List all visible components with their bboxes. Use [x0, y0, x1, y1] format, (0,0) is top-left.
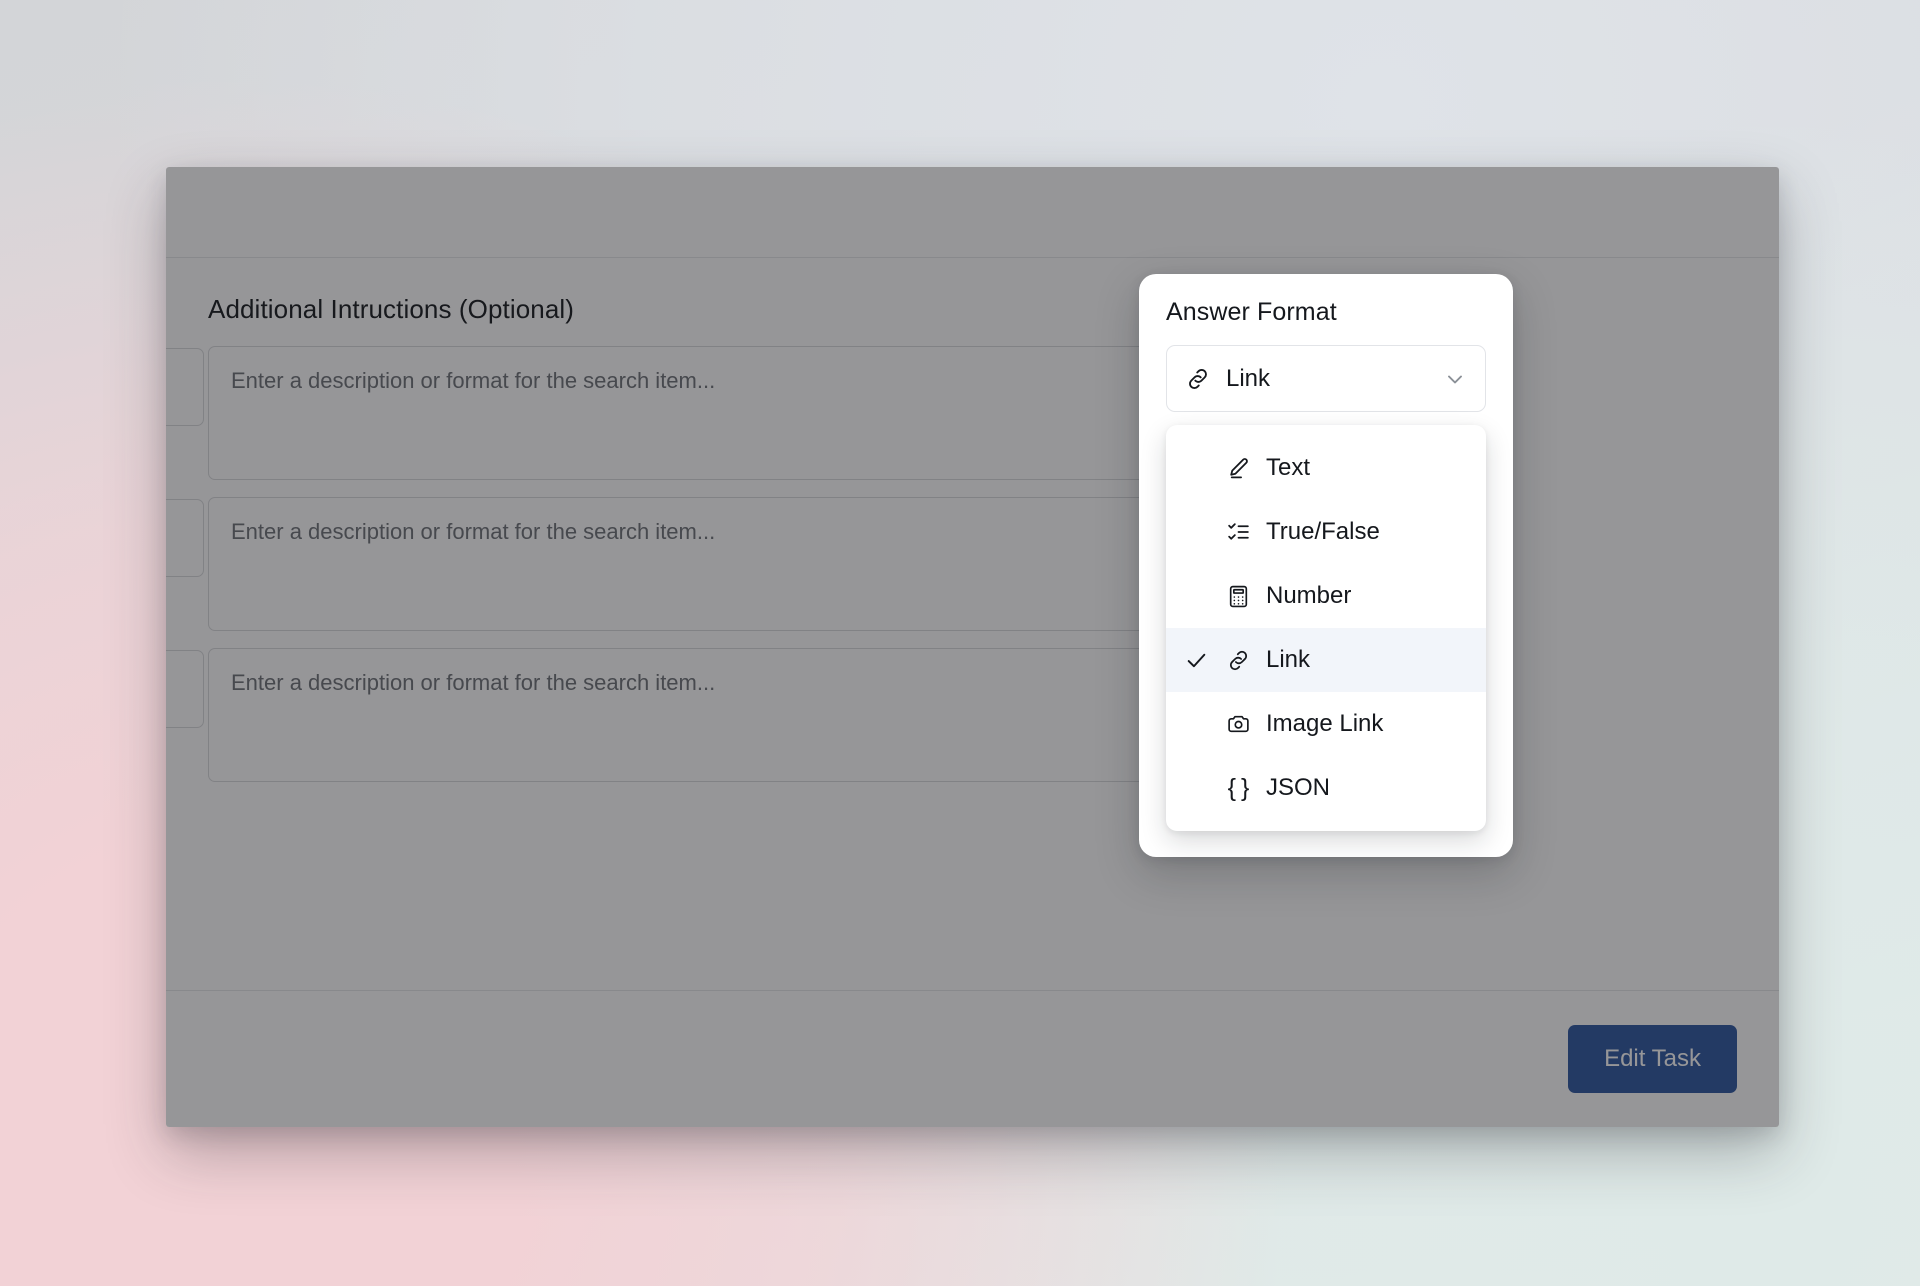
instruction-placeholder: Enter a description or format for the se… [231, 368, 716, 393]
calculator-icon [1218, 584, 1258, 609]
instruction-textarea[interactable]: Enter a description or format for the se… [208, 497, 1160, 631]
instruction-textarea[interactable]: Enter a description or format for the se… [208, 346, 1160, 480]
popover-title: Answer Format [1166, 298, 1337, 326]
answer-format-field-partial[interactable] [166, 499, 204, 577]
pencil-icon [1218, 456, 1258, 481]
option-number[interactable]: Number [1166, 564, 1486, 628]
link-icon [1218, 648, 1258, 673]
option-label: Link [1266, 646, 1311, 673]
instruction-placeholder: Enter a description or format for the se… [231, 519, 716, 544]
option-link[interactable]: Link [1166, 628, 1486, 692]
dialog-header [166, 167, 1779, 258]
answer-format-field-partial[interactable] [166, 650, 204, 728]
dialog-footer: Edit Task [166, 990, 1779, 1126]
answer-format-field-partial[interactable] [166, 348, 204, 426]
option-label: JSON [1266, 774, 1331, 801]
option-text[interactable]: Text [1166, 436, 1486, 500]
instruction-placeholder: Enter a description or format for the se… [231, 670, 716, 695]
chevron-down-icon [1443, 367, 1467, 391]
dialog-body: Additional Intructions (Optional) Enter … [166, 258, 1779, 990]
edit-task-button[interactable]: Edit Task [1568, 1024, 1737, 1093]
instruction-textarea[interactable]: Enter a description or format for the se… [208, 648, 1160, 782]
edit-task-dialog: Additional Intructions (Optional) Enter … [166, 167, 1779, 1127]
answer-format-selected-value: Link [1226, 364, 1271, 392]
answer-format-select-trigger[interactable]: Link [1166, 345, 1486, 412]
list-checks-icon [1218, 520, 1258, 545]
option-label: True/False [1266, 518, 1380, 545]
link-icon [1185, 366, 1211, 392]
option-label: Image Link [1266, 710, 1384, 737]
option-true-false[interactable]: True/False [1166, 500, 1486, 564]
option-image-link[interactable]: Image Link [1166, 692, 1486, 756]
option-label: Number [1266, 582, 1352, 609]
braces-icon: { } [1227, 773, 1250, 802]
option-label: Text [1266, 454, 1311, 481]
answer-format-popover: Answer Format Link Text True/False Numbe… [1139, 274, 1513, 857]
check-icon [1184, 648, 1218, 673]
option-json[interactable]: { } JSON [1166, 756, 1486, 820]
answer-format-options-list: Text True/False Number Link Image Link {… [1166, 425, 1486, 831]
camera-icon [1218, 712, 1258, 737]
